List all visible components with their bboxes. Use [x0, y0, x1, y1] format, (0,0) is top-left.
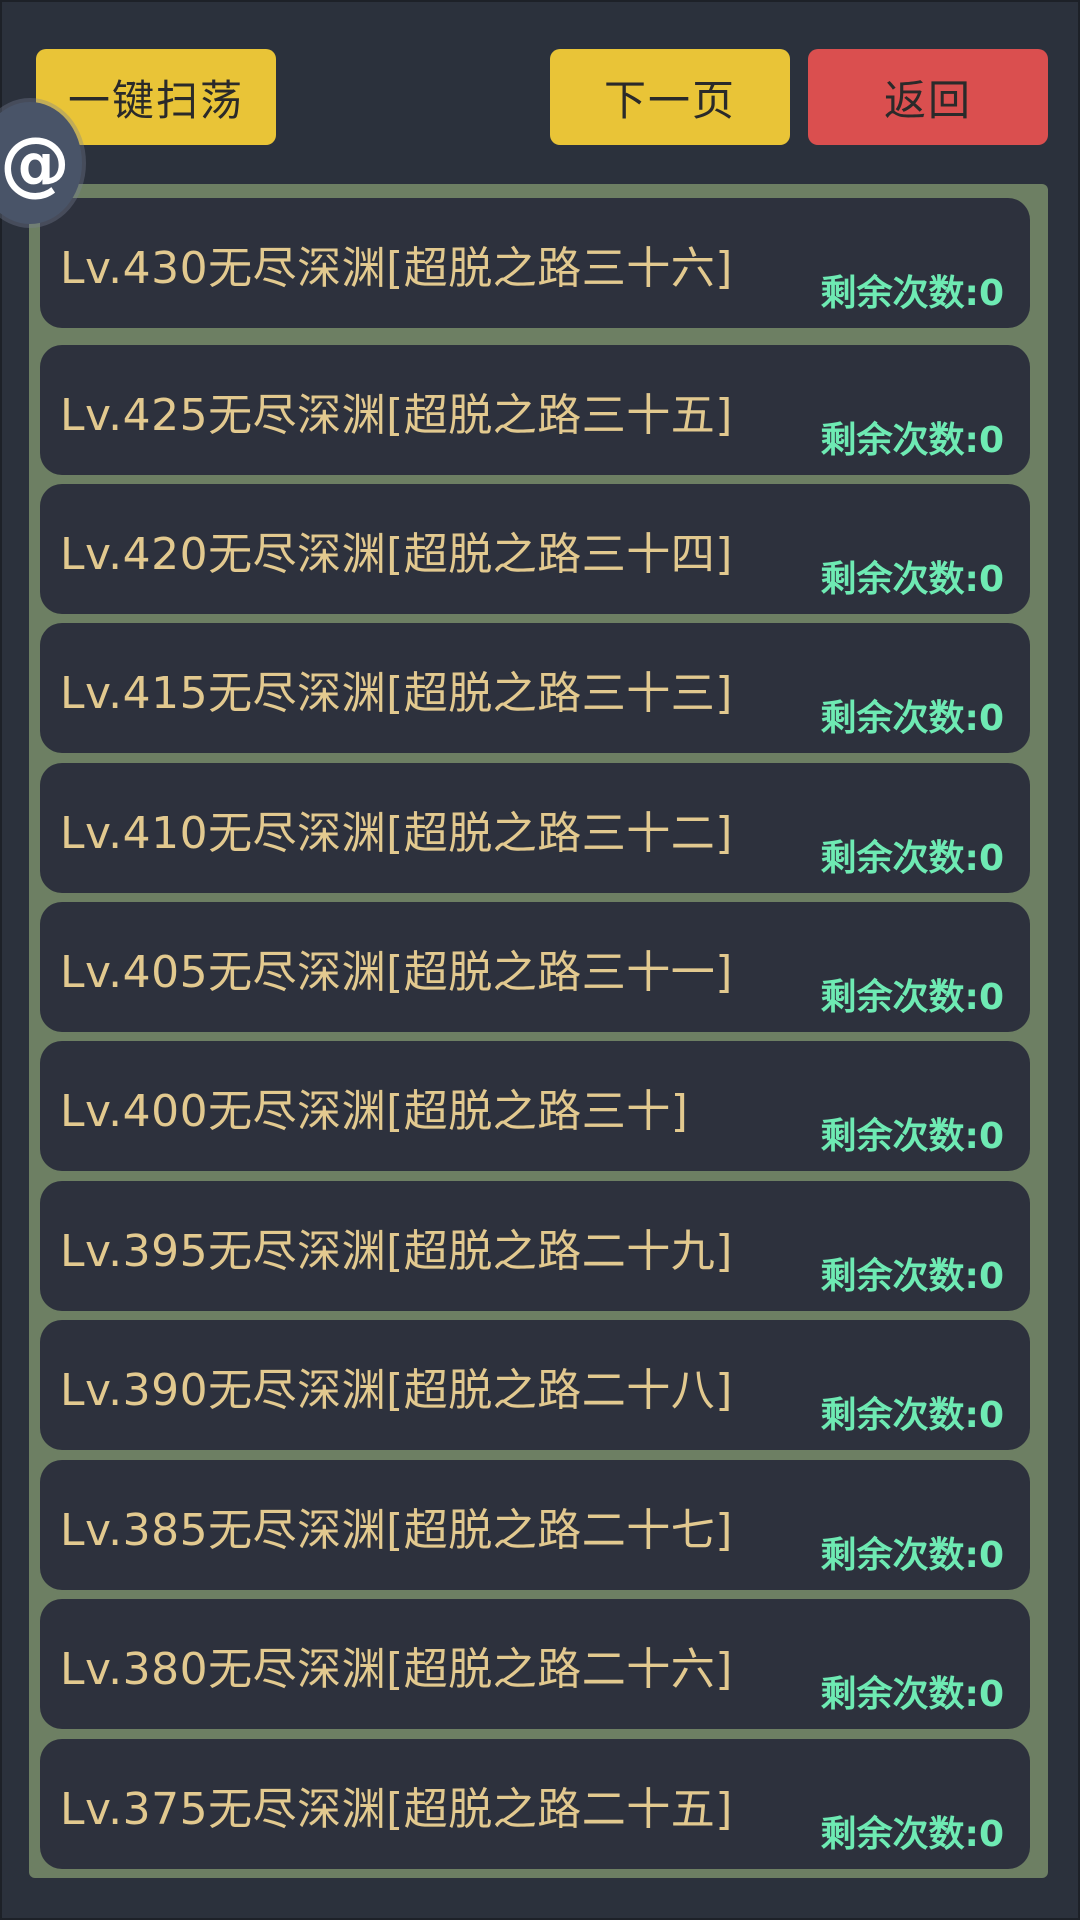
remaining-count: 剩余次数:0: [820, 1814, 1004, 1855]
level-title: Lv.395无尽深渊[超脱之路二十九]: [60, 1226, 733, 1277]
remaining-count: 剩余次数:0: [820, 1535, 1004, 1576]
level-title: Lv.375无尽深渊[超脱之路二十五]: [60, 1784, 733, 1835]
level-title: Lv.385无尽深渊[超脱之路二十七]: [60, 1505, 733, 1556]
level-title: Lv.420无尽深渊[超脱之路三十四]: [60, 529, 733, 580]
level-row[interactable]: Lv.430无尽深渊[超脱之路三十六] 剩余次数:0: [40, 198, 1030, 328]
level-title: Lv.415无尽深渊[超脱之路三十三]: [60, 668, 733, 719]
remaining-count: 剩余次数:0: [820, 1395, 1004, 1436]
level-title: Lv.410无尽深渊[超脱之路三十二]: [60, 808, 733, 859]
level-title: Lv.425无尽深渊[超脱之路三十五]: [60, 390, 733, 441]
level-row[interactable]: Lv.390无尽深渊[超脱之路二十八] 剩余次数:0: [40, 1320, 1030, 1450]
remaining-count: 剩余次数:0: [820, 977, 1004, 1018]
remaining-count: 剩余次数:0: [820, 838, 1004, 879]
remaining-count: 剩余次数:0: [820, 698, 1004, 739]
remaining-count: 剩余次数:0: [820, 1256, 1004, 1297]
back-button[interactable]: 返回: [808, 49, 1048, 145]
level-title: Lv.390无尽深渊[超脱之路二十八]: [60, 1365, 733, 1416]
remaining-count: 剩余次数:0: [820, 420, 1004, 461]
remaining-count: 剩余次数:0: [820, 559, 1004, 600]
next-page-button[interactable]: 下一页: [550, 49, 790, 145]
level-row[interactable]: Lv.395无尽深渊[超脱之路二十九] 剩余次数:0: [40, 1181, 1030, 1311]
level-row[interactable]: Lv.385无尽深渊[超脱之路二十七] 剩余次数:0: [40, 1460, 1030, 1590]
level-title: Lv.430无尽深渊[超脱之路三十六]: [60, 243, 733, 294]
level-row[interactable]: Lv.380无尽深渊[超脱之路二十六] 剩余次数:0: [40, 1599, 1030, 1729]
level-row[interactable]: Lv.425无尽深渊[超脱之路三十五] 剩余次数:0: [40, 345, 1030, 475]
level-row[interactable]: Lv.400无尽深渊[超脱之路三十] 剩余次数:0: [40, 1041, 1030, 1171]
remaining-count: 剩余次数:0: [820, 1674, 1004, 1715]
level-list: Lv.430无尽深渊[超脱之路三十六] 剩余次数:0 Lv.425无尽深渊[超脱…: [29, 184, 1048, 1878]
level-row[interactable]: Lv.375无尽深渊[超脱之路二十五] 剩余次数:0: [40, 1739, 1030, 1869]
level-row[interactable]: Lv.405无尽深渊[超脱之路三十一] 剩余次数:0: [40, 902, 1030, 1032]
remaining-count: 剩余次数:0: [820, 273, 1004, 314]
level-row[interactable]: Lv.410无尽深渊[超脱之路三十二] 剩余次数:0: [40, 763, 1030, 893]
level-row[interactable]: Lv.420无尽深渊[超脱之路三十四] 剩余次数:0: [40, 484, 1030, 614]
remaining-count: 剩余次数:0: [820, 1116, 1004, 1157]
level-title: Lv.400无尽深渊[超脱之路三十]: [60, 1086, 689, 1137]
level-title: Lv.380无尽深渊[超脱之路二十六]: [60, 1644, 733, 1695]
at-icon: @: [0, 122, 70, 204]
level-title: Lv.405无尽深渊[超脱之路三十一]: [60, 947, 733, 998]
level-row[interactable]: Lv.415无尽深渊[超脱之路三十三] 剩余次数:0: [40, 623, 1030, 753]
